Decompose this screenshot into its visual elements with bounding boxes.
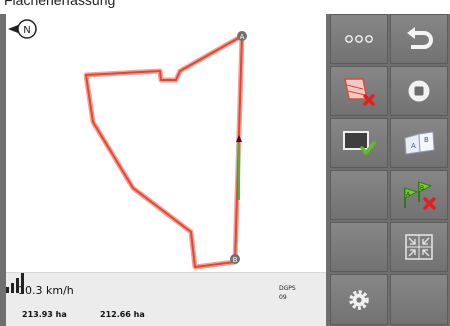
fit-view-icon — [405, 234, 433, 260]
svg-text:A: A — [411, 142, 416, 150]
delete-ab-line-button[interactable]: A B — [390, 170, 448, 220]
zoom-extents-button[interactable] — [390, 222, 448, 272]
empty-softkey-3 — [390, 274, 448, 325]
empty-softkey-2 — [330, 222, 388, 272]
field-boundary-map: A B — [83, 31, 247, 270]
ab-guidance-button[interactable]: A B — [390, 118, 448, 168]
gear-icon — [349, 289, 369, 310]
satellite-count: 09 — [279, 294, 287, 301]
speed-readout: 10.3 km/h — [18, 284, 74, 297]
delete-field-boundary-button[interactable] — [330, 66, 388, 116]
empty-softkey-1 — [330, 170, 388, 220]
stop-recording-button[interactable] — [390, 66, 448, 116]
screen-check-icon — [343, 131, 376, 155]
back-button[interactable] — [390, 14, 448, 64]
compass-icon: N — [8, 19, 37, 39]
field-map[interactable]: A B N 10.3 km/h 213.93 ha 212.66 ha DGPS… — [6, 14, 326, 326]
return-arrow-icon — [407, 27, 433, 49]
svg-text:B: B — [233, 256, 238, 264]
three-dots-icon — [345, 35, 373, 43]
worked-area-readout: 212.66 ha — [100, 310, 145, 319]
field-boundary — [83, 33, 245, 270]
signal-strength-icon — [6, 273, 24, 293]
svg-text:A: A — [240, 33, 245, 41]
softkey-panel: A B A B — [330, 14, 450, 325]
confirm-boundary-button[interactable] — [330, 118, 388, 168]
svg-text:B: B — [424, 136, 429, 144]
point-a-marker: A — [237, 31, 247, 41]
ab-flag-icon: A B — [404, 131, 435, 155]
svg-text:N: N — [23, 25, 30, 36]
point-b-marker: B — [230, 254, 240, 264]
svg-text:B: B — [420, 185, 424, 192]
top-caption: Flächenerfassung — [0, 0, 450, 14]
ab-flags-delete-icon: A B — [404, 181, 436, 210]
caption-text: Flächenerfassung — [4, 0, 116, 8]
boundary-delete-icon — [344, 78, 375, 106]
total-area-readout: 213.93 ha — [22, 310, 67, 319]
status-bar: 10.3 km/h 213.93 ha 212.66 ha DGPS 09 — [6, 272, 326, 326]
settings-button[interactable] — [330, 274, 388, 325]
gps-mode-label: DGPS — [279, 285, 296, 292]
stop-icon — [408, 80, 430, 102]
more-options-button[interactable] — [330, 14, 388, 64]
